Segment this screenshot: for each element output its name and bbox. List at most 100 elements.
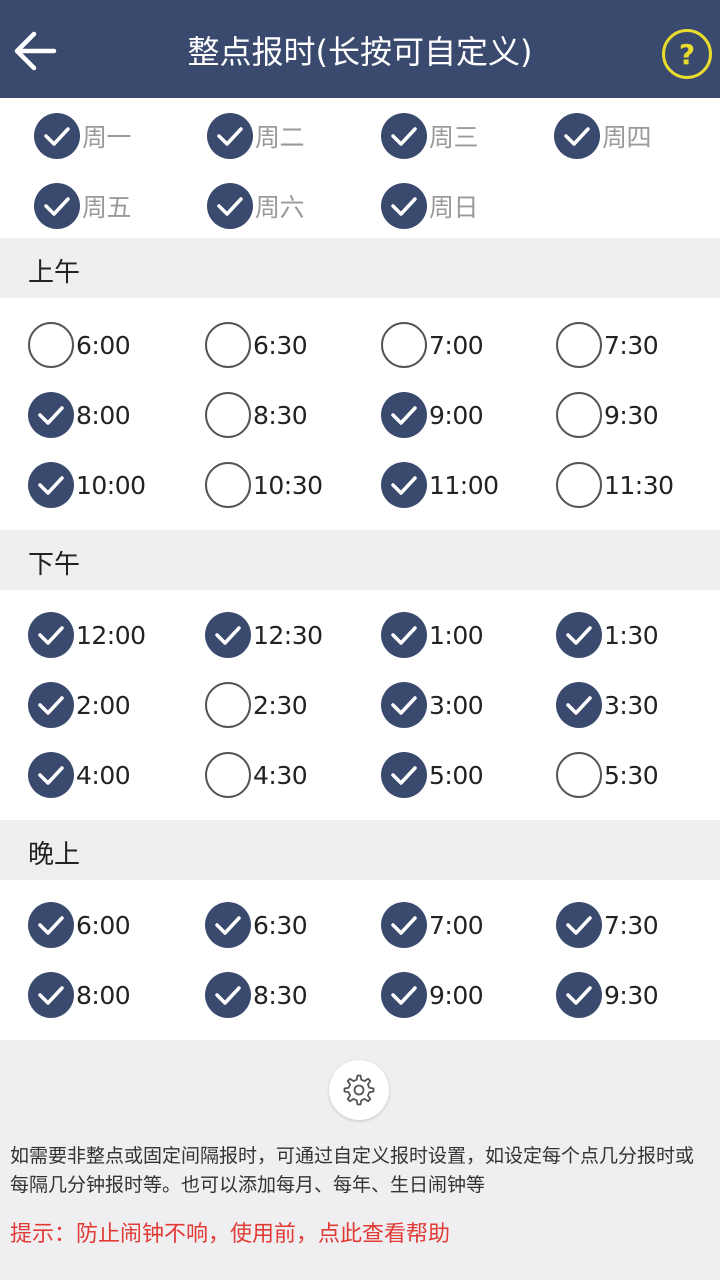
time-checkbox[interactable]: 10:30 [205, 460, 323, 510]
time-label: 11:00 [429, 470, 499, 500]
time-checkbox[interactable]: 4:30 [205, 750, 308, 800]
time-label: 3:00 [429, 690, 484, 720]
time-label: 6:00 [76, 910, 131, 940]
time-label: 9:30 [604, 980, 659, 1010]
day-checkbox[interactable]: 周六 [207, 181, 305, 231]
help-tip-link[interactable]: 提示：防止闹钟不响，使用前，点此查看帮助 [10, 1216, 450, 1248]
time-checkbox[interactable]: 12:30 [205, 610, 323, 660]
time-checkbox[interactable]: 11:00 [381, 460, 499, 510]
check-circle-icon [381, 113, 427, 159]
check-circle-icon [381, 612, 427, 658]
time-checkbox[interactable]: 3:00 [381, 680, 484, 730]
time-checkbox[interactable]: 7:30 [556, 900, 659, 950]
back-button[interactable] [6, 22, 64, 80]
time-label: 5:00 [429, 760, 484, 790]
day-checkbox[interactable]: 周五 [34, 181, 132, 231]
time-label: 9:00 [429, 400, 484, 430]
time-checkbox[interactable]: 8:00 [28, 970, 131, 1020]
check-circle-icon [556, 612, 602, 658]
time-checkbox[interactable]: 8:00 [28, 390, 131, 440]
check-circle-icon [205, 322, 251, 368]
time-label: 6:30 [253, 330, 308, 360]
time-checkbox[interactable]: 11:30 [556, 460, 674, 510]
check-circle-icon [556, 462, 602, 508]
time-checkbox[interactable]: 6:00 [28, 320, 131, 370]
time-checkbox[interactable]: 9:30 [556, 390, 659, 440]
weekday-panel: 周一 周二 周三 周四 周五 周六 周日 [0, 98, 720, 238]
check-circle-icon [381, 462, 427, 508]
section-title: 上午 [28, 258, 81, 288]
check-circle-icon [556, 392, 602, 438]
time-label: 5:30 [604, 760, 659, 790]
custom-settings-button[interactable] [329, 1060, 389, 1120]
check-circle-icon [28, 682, 74, 728]
day-checkbox[interactable]: 周三 [381, 111, 479, 161]
day-label: 周一 [82, 123, 132, 152]
time-label: 2:30 [253, 690, 308, 720]
check-circle-icon [28, 322, 74, 368]
time-label: 1:00 [429, 620, 484, 650]
day-label: 周二 [255, 123, 305, 152]
day-label: 周五 [82, 193, 132, 222]
time-label: 8:30 [253, 980, 308, 1010]
time-grid-evening: 6:00 6:30 7:00 7:30 8:00 8:30 9:00 9:30 [0, 880, 720, 1040]
time-grid-afternoon: 12:00 12:30 1:00 1:30 2:00 2:30 3:00 3:3… [0, 590, 720, 820]
gear-icon [343, 1074, 375, 1106]
time-checkbox[interactable]: 5:30 [556, 750, 659, 800]
time-checkbox[interactable]: 3:30 [556, 680, 659, 730]
time-checkbox[interactable]: 5:00 [381, 750, 484, 800]
time-checkbox[interactable]: 9:00 [381, 390, 484, 440]
day-checkbox[interactable]: 周一 [34, 111, 132, 161]
time-checkbox[interactable]: 4:00 [28, 750, 131, 800]
time-label: 4:30 [253, 760, 308, 790]
time-checkbox[interactable]: 7:00 [381, 320, 484, 370]
check-circle-icon [34, 113, 80, 159]
check-circle-icon [556, 682, 602, 728]
time-checkbox[interactable]: 2:30 [205, 680, 308, 730]
check-circle-icon [205, 972, 251, 1018]
time-label: 7:30 [604, 330, 659, 360]
time-grid-morning: 6:00 6:30 7:00 7:30 8:00 8:30 9:00 9:30 … [0, 298, 720, 530]
time-label: 8:30 [253, 400, 308, 430]
time-checkbox[interactable]: 7:30 [556, 320, 659, 370]
time-checkbox[interactable]: 7:00 [381, 900, 484, 950]
time-label: 1:30 [604, 620, 659, 650]
time-label: 8:00 [76, 980, 131, 1010]
time-checkbox[interactable]: 1:00 [381, 610, 484, 660]
check-circle-icon [381, 392, 427, 438]
time-checkbox[interactable]: 9:00 [381, 970, 484, 1020]
help-button[interactable]: ? [662, 29, 712, 79]
day-checkbox[interactable]: 周四 [554, 111, 652, 161]
time-label: 8:00 [76, 400, 131, 430]
check-circle-icon [556, 972, 602, 1018]
day-label: 周六 [255, 193, 305, 222]
section-header-evening: 晚上 [0, 820, 720, 880]
time-label: 9:00 [429, 980, 484, 1010]
check-circle-icon [205, 392, 251, 438]
time-label: 7:30 [604, 910, 659, 940]
time-checkbox[interactable]: 6:00 [28, 900, 131, 950]
time-checkbox[interactable]: 8:30 [205, 970, 308, 1020]
section-header-afternoon: 下午 [0, 530, 720, 590]
time-checkbox[interactable]: 6:30 [205, 900, 308, 950]
check-circle-icon [381, 752, 427, 798]
time-checkbox[interactable]: 1:30 [556, 610, 659, 660]
time-checkbox[interactable]: 10:00 [28, 460, 146, 510]
check-circle-icon [556, 752, 602, 798]
day-label: 周三 [429, 123, 479, 152]
check-circle-icon [28, 902, 74, 948]
time-label: 2:00 [76, 690, 131, 720]
time-checkbox[interactable]: 2:00 [28, 680, 131, 730]
time-checkbox[interactable]: 12:00 [28, 610, 146, 660]
time-label: 12:30 [253, 620, 323, 650]
check-circle-icon [381, 902, 427, 948]
day-checkbox[interactable]: 周二 [207, 111, 305, 161]
time-checkbox[interactable]: 8:30 [205, 390, 308, 440]
time-checkbox[interactable]: 6:30 [205, 320, 308, 370]
check-circle-icon [554, 113, 600, 159]
day-label: 周四 [602, 123, 652, 152]
time-label: 4:00 [76, 760, 131, 790]
day-checkbox[interactable]: 周日 [381, 181, 479, 231]
check-circle-icon [556, 902, 602, 948]
time-checkbox[interactable]: 9:30 [556, 970, 659, 1020]
